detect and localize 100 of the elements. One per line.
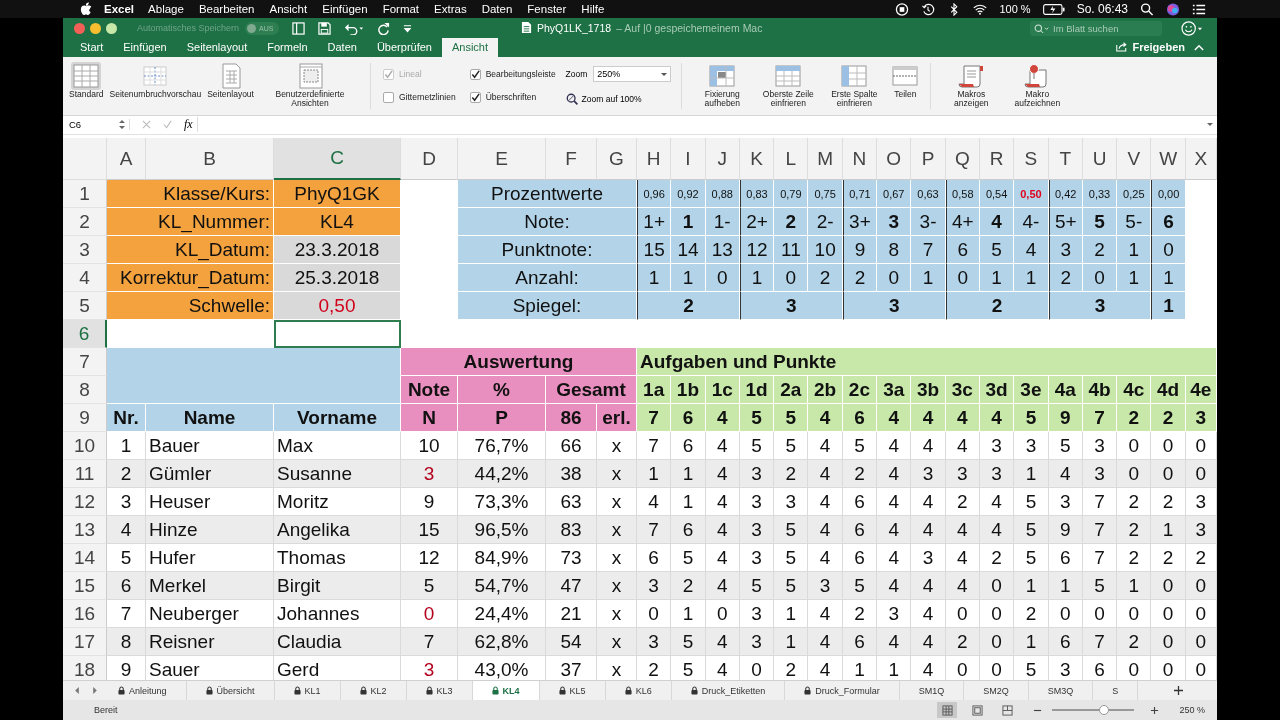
freeze-button[interactable]: Oberste Zeile einfrieren (756, 60, 821, 115)
column-header[interactable]: L (774, 138, 809, 181)
row-header[interactable]: 13 (63, 516, 107, 545)
row-header[interactable]: 11 (63, 460, 107, 489)
column-header[interactable]: F (546, 138, 597, 181)
search-input[interactable]: Im Blatt suchen (1051, 23, 1160, 34)
ribbon-tab[interactable]: Einfügen (113, 37, 177, 57)
column-header[interactable]: M (808, 138, 843, 181)
row-header[interactable]: 8 (63, 376, 107, 405)
column-header[interactable]: I (671, 138, 706, 181)
table-cell: 4 (979, 516, 1015, 545)
column-header[interactable]: R (979, 138, 1015, 181)
column-header[interactable]: Q (945, 138, 980, 181)
sheet-tab[interactable]: KL4 (472, 681, 540, 701)
table-cell: 1 (1117, 236, 1152, 265)
row-header[interactable]: 17 (63, 628, 107, 657)
zoom-dropdown[interactable]: 250% (593, 66, 672, 83)
menu-item[interactable]: Ansicht (269, 3, 308, 15)
insert-function-button[interactable]: fx (184, 117, 198, 133)
ribbon-tab[interactable]: Start (70, 37, 114, 57)
table-cell: 4 (979, 208, 1015, 237)
menu-item[interactable]: Extras (434, 3, 467, 15)
column-header[interactable]: E (458, 138, 546, 181)
table-cell: 5 (979, 236, 1015, 265)
table-cell: 7 (1082, 516, 1118, 545)
row-header[interactable]: 4 (63, 264, 107, 293)
table-cell: 5 (671, 544, 706, 573)
macro-button[interactable]: Makro aufzeichnen (1005, 60, 1070, 115)
view-button[interactable]: Seitenumbruchvorschau (107, 60, 204, 115)
ribbon-tab[interactable]: Seitenlayout (176, 37, 258, 57)
column-header[interactable]: D (401, 138, 458, 181)
zoom-to-100-button[interactable]: Zoom auf 100% (565, 93, 672, 106)
ribbon-tab[interactable]: Daten (317, 37, 367, 57)
menu-item[interactable]: Format (382, 3, 420, 15)
row-header[interactable]: 7 (63, 348, 107, 377)
column-header[interactable]: P (911, 138, 946, 181)
column-header[interactable]: X (1185, 138, 1217, 181)
view-button[interactable]: Seitenlayout (205, 60, 256, 115)
column-header[interactable]: N (842, 138, 878, 181)
row-header[interactable]: 15 (63, 572, 107, 601)
table-cell: 2a (774, 376, 809, 405)
column-header[interactable]: C (274, 138, 401, 181)
share-button[interactable]: Freigeben (1116, 40, 1185, 53)
column-header[interactable]: V (1117, 138, 1152, 181)
table-cell: 3+ (842, 208, 878, 237)
menu-item[interactable]: Einfügen (322, 3, 368, 15)
table-cell: 0 (1082, 600, 1118, 629)
column-header[interactable]: J (705, 138, 740, 181)
menu-item[interactable]: Bearbeiten (198, 3, 255, 15)
app-menu[interactable]: Excel (104, 3, 135, 15)
checkbox[interactable]: Bearbeitungsleiste (469, 62, 556, 86)
menu-item[interactable]: Ablage (148, 3, 184, 15)
macro-button[interactable]: Makros anzeigen (939, 60, 1004, 115)
column-header[interactable]: B (146, 138, 274, 181)
search-field[interactable]: Im Blatt suchen (1030, 21, 1162, 36)
freeze-button[interactable]: Teilen (888, 60, 923, 115)
column-header[interactable]: G (597, 138, 637, 181)
menu-item[interactable]: Hilfe (581, 3, 605, 15)
row-header[interactable]: 18 (63, 656, 107, 681)
column-header[interactable]: W (1151, 138, 1186, 181)
row-header[interactable]: 1 (63, 180, 107, 209)
column-header[interactable]: A (107, 138, 146, 181)
column-header[interactable]: K (739, 138, 775, 181)
row-header[interactable]: 12 (63, 488, 107, 517)
clock[interactable]: So. 06:43 (1076, 2, 1128, 16)
table-cell: 3 (911, 544, 946, 573)
menu-item[interactable]: Daten (481, 3, 513, 15)
checkbox[interactable]: Gitternetzlinien (382, 85, 456, 109)
table-cell: 4 (911, 600, 946, 629)
menu-item[interactable]: Fenster (527, 3, 567, 15)
column-header[interactable]: T (1048, 138, 1083, 181)
row-header[interactable]: 5 (63, 292, 107, 321)
ribbon-tab[interactable]: Formeln (257, 37, 318, 57)
freeze-button[interactable]: Erste Spalte einfrieren (822, 60, 887, 115)
row-header[interactable]: 9 (63, 404, 107, 433)
row-header[interactable]: 3 (63, 236, 107, 265)
table-cell: 0 (1185, 432, 1217, 461)
table-cell: 3 (877, 600, 912, 629)
name-box[interactable]: C6 (69, 119, 130, 131)
row-header[interactable]: 16 (63, 600, 107, 629)
checkbox[interactable]: Überschriften (469, 85, 556, 109)
column-header[interactable]: H (637, 138, 672, 181)
column-header[interactable]: U (1082, 138, 1118, 181)
column-header[interactable]: S (1014, 138, 1049, 181)
view-button[interactable]: Benutzerdefinierte Ansichten (257, 60, 362, 115)
row-header[interactable]: 10 (63, 432, 107, 461)
freeze-button[interactable]: Fixierung aufheben (690, 60, 755, 115)
row-header[interactable]: 6 (63, 320, 107, 349)
ribbon-tab[interactable]: Überprüfen (366, 37, 442, 57)
column-header[interactable]: O (877, 138, 912, 181)
table-cell: 3 (808, 572, 843, 601)
row-header[interactable]: 14 (63, 544, 107, 573)
row-header[interactable]: 2 (63, 208, 107, 237)
table-cell: Gesamt (546, 376, 637, 405)
table-cell: 4 (945, 572, 980, 601)
view-button[interactable]: Standard (67, 60, 106, 115)
autosave-label: Automatisches Speichern (137, 23, 240, 34)
table-cell: Name (146, 404, 274, 433)
table-cell: Vorname (274, 404, 401, 433)
table-cell: Reisner (146, 628, 274, 657)
